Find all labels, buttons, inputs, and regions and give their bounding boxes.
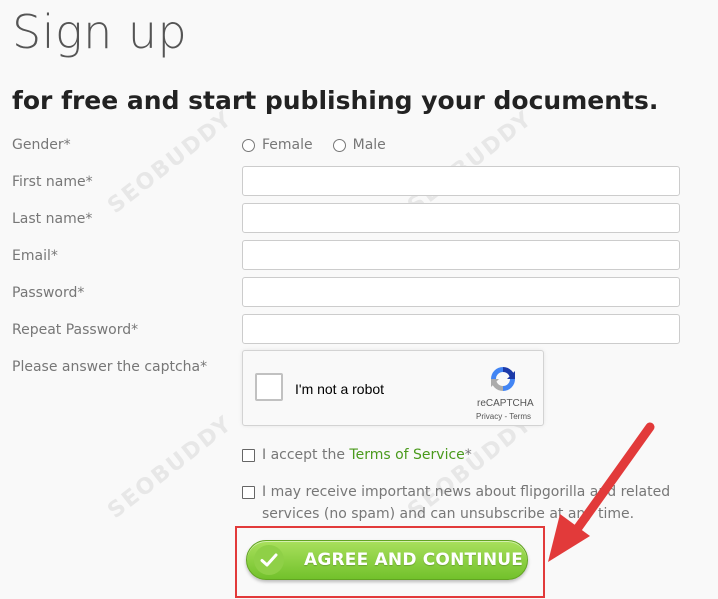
- recaptcha-brand: reCAPTCHA: [477, 398, 534, 409]
- accept-terms-suffix: *: [464, 447, 472, 463]
- email-field[interactable]: [242, 240, 680, 270]
- last-name-field[interactable]: [242, 203, 680, 233]
- last-name-label: Last name*: [12, 211, 93, 227]
- gender-radio-group: Female Male: [242, 136, 406, 154]
- checkmark-icon: [254, 545, 284, 575]
- recaptcha-privacy-link[interactable]: Privacy: [476, 412, 502, 421]
- accept-terms-checkbox[interactable]: [242, 449, 255, 462]
- accept-terms-prefix: I accept the: [262, 447, 350, 463]
- terms-of-service-link[interactable]: Terms of Service: [349, 447, 464, 463]
- repeat-password-label: Repeat Password*: [12, 322, 139, 338]
- news-text: I may receive important news about flipg…: [262, 481, 670, 525]
- male-radio[interactable]: [332, 138, 346, 152]
- watermark: SEOBUDDY: [403, 106, 538, 219]
- page-title: Sign up: [12, 5, 188, 59]
- recaptcha-links: Privacy - Terms: [476, 412, 531, 421]
- female-radio[interactable]: [242, 138, 255, 152]
- agree-and-continue-button[interactable]: AGREE AND CONTINUE: [246, 540, 528, 580]
- news-text-line1: I may receive important news about flipg…: [262, 484, 671, 500]
- recaptcha-text: I'm not a robot: [295, 381, 385, 397]
- female-radio-label[interactable]: Female: [262, 137, 313, 153]
- recaptcha-logo-icon: [491, 367, 515, 391]
- captcha-label: Please answer the captcha*: [12, 359, 208, 375]
- news-text-line2: services (no spam) and can unsubscribe a…: [262, 506, 635, 522]
- watermark: SEOBUDDY: [103, 106, 238, 219]
- accept-terms-text: I accept the Terms of Service*: [262, 444, 472, 466]
- email-label: Email*: [12, 248, 58, 264]
- password-field[interactable]: [242, 277, 680, 307]
- news-checkbox[interactable]: [242, 486, 255, 499]
- page-subtitle: for free and start publishing your docum…: [12, 86, 659, 115]
- watermark: SEOBUDDY: [103, 411, 238, 524]
- agree-and-continue-label: AGREE AND CONTINUE: [304, 550, 524, 570]
- first-name-field[interactable]: [242, 166, 680, 196]
- recaptcha-terms-link[interactable]: Terms: [509, 412, 531, 421]
- male-radio-label[interactable]: Male: [353, 137, 386, 153]
- recaptcha-checkbox[interactable]: [255, 373, 283, 401]
- gender-label: Gender*: [12, 137, 71, 153]
- repeat-password-field[interactable]: [242, 314, 680, 344]
- first-name-label: First name*: [12, 174, 93, 190]
- recaptcha-widget: I'm not a robot reCAPTCHA Privacy - Term…: [242, 350, 544, 426]
- password-label: Password*: [12, 285, 85, 301]
